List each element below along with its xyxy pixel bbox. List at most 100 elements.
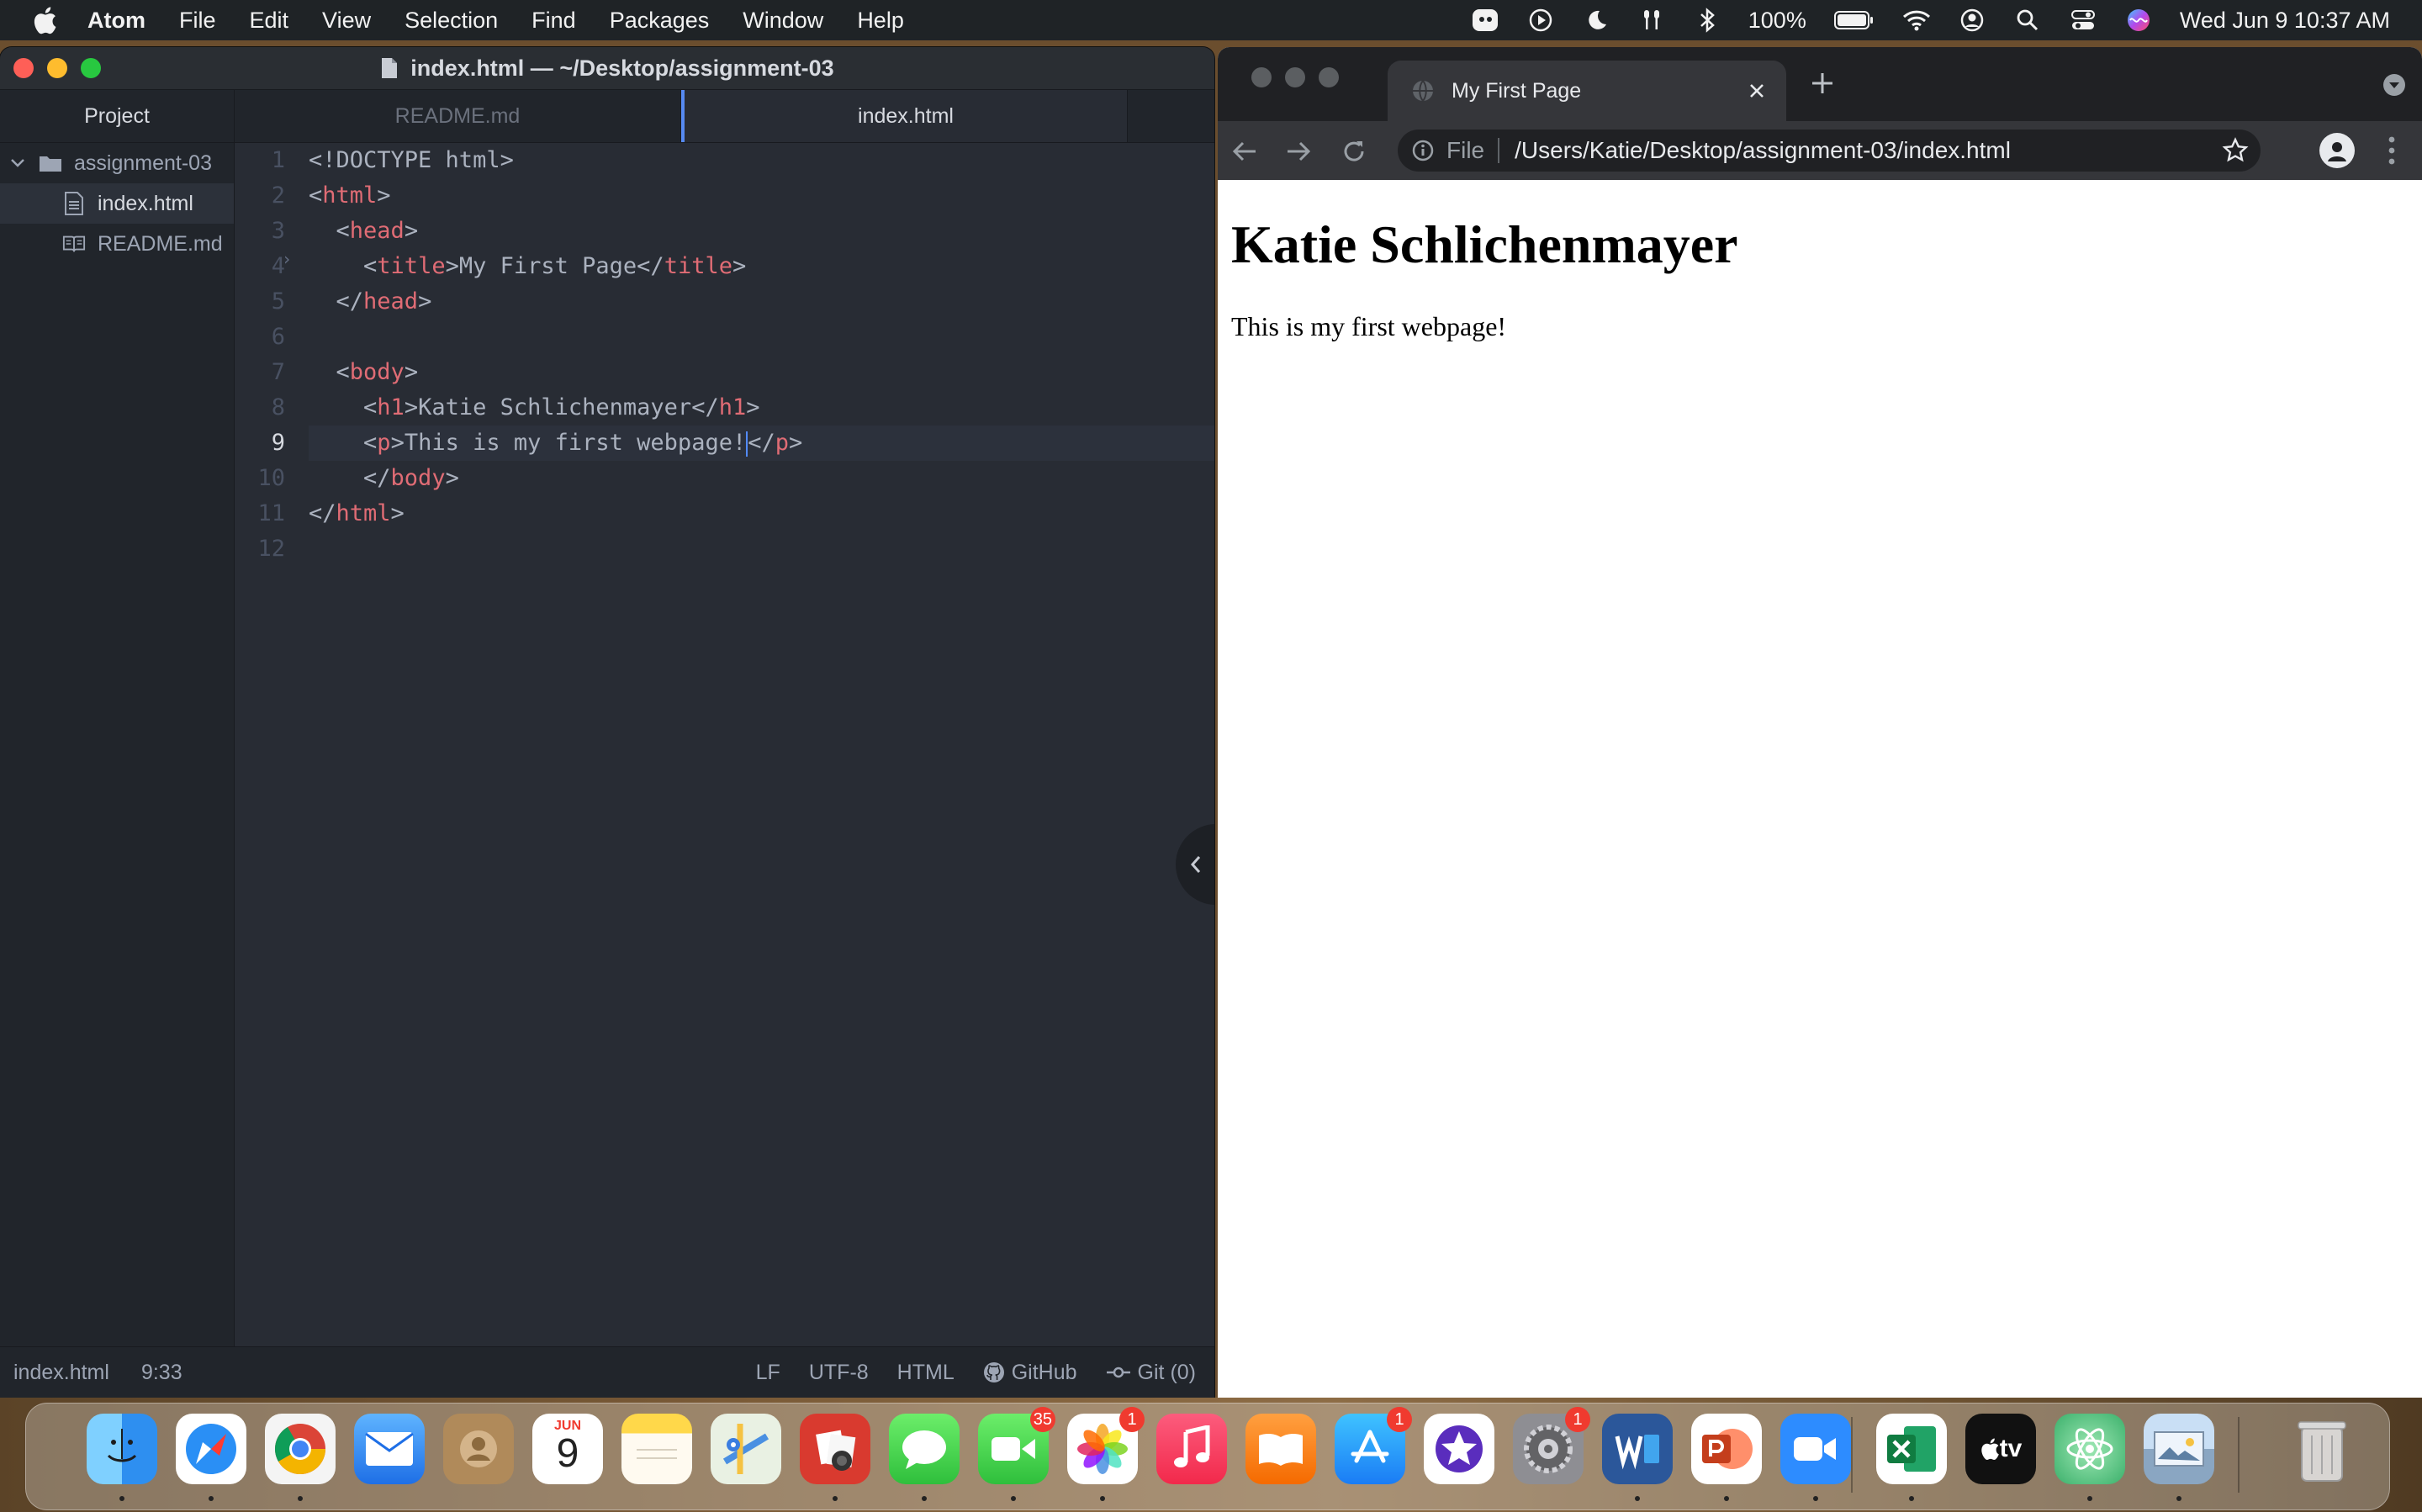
zoom-window-button[interactable] (1319, 67, 1339, 87)
apple-menu-icon[interactable] (32, 6, 66, 34)
calendar-icon[interactable]: JUN 9 (532, 1414, 603, 1484)
siri-icon[interactable] (2124, 6, 2153, 34)
atom-icon[interactable] (2054, 1414, 2125, 1484)
tree-folder-assignment-03[interactable]: assignment-03 (0, 143, 234, 183)
messages-icon[interactable] (889, 1414, 960, 1484)
minimize-window-button[interactable] (47, 58, 67, 78)
airpods-icon[interactable] (1637, 6, 1666, 34)
dock-toggle-button[interactable] (1176, 824, 1214, 905)
battery-percent[interactable]: 100% (1748, 8, 1806, 34)
chrome-window-controls (1251, 67, 1352, 87)
microsoft-excel-icon[interactable] (1876, 1414, 1947, 1484)
app-store-icon[interactable]: 1 (1335, 1407, 1412, 1484)
browser-tab[interactable]: My First Page (1388, 61, 1786, 121)
books-icon[interactable] (1245, 1414, 1316, 1484)
menu-help[interactable]: Help (857, 8, 904, 34)
spotlight-search-icon[interactable] (2013, 6, 2042, 34)
microsoft-word-icon[interactable] (1602, 1414, 1673, 1484)
forward-arrow-icon[interactable] (1283, 136, 1314, 167)
line-number: 7 (271, 359, 285, 385)
chrome-tab-strip: My First Page (1218, 47, 2422, 121)
address-url[interactable]: /Users/Katie/Desktop/assignment-03/index… (1515, 137, 2011, 164)
line-number: 12 (257, 536, 285, 562)
status-line-ending[interactable]: LF (756, 1361, 780, 1385)
more-options-icon[interactable] (2387, 135, 2397, 167)
music-icon[interactable] (1156, 1414, 1227, 1484)
tab-label: index.html (858, 103, 954, 128)
project-panel-title[interactable]: Project (0, 90, 234, 143)
bluetooth-icon[interactable] (1693, 6, 1721, 34)
status-file-name[interactable]: index.html (13, 1361, 109, 1385)
safari-icon[interactable] (176, 1414, 246, 1484)
fold-chevron-icon[interactable]: › (282, 249, 292, 269)
reload-icon[interactable] (1339, 136, 1369, 167)
chevron-down-icon[interactable] (10, 158, 27, 168)
status-git-button[interactable]: Git (0) (1106, 1361, 1196, 1385)
fantastical-icon[interactable] (1471, 6, 1499, 34)
menu-find[interactable]: Find (531, 8, 576, 34)
tab-readme-md[interactable]: README.md (235, 90, 681, 142)
menu-window[interactable]: Window (743, 8, 823, 34)
status-encoding[interactable]: UTF-8 (809, 1361, 869, 1385)
status-cursor-position[interactable]: 9:33 (141, 1361, 182, 1385)
imovie-icon[interactable] (1424, 1414, 1494, 1484)
tree-file-readme-md[interactable]: README.md (0, 224, 234, 264)
code-lines[interactable]: <!DOCTYPE html> <html> <head> <title>My … (309, 143, 1214, 567)
menu-file[interactable]: File (179, 8, 216, 34)
github-label: GitHub (1011, 1360, 1077, 1384)
menu-app-atom[interactable]: Atom (87, 8, 145, 34)
close-window-button[interactable] (1251, 67, 1272, 87)
notes-icon[interactable] (621, 1414, 692, 1484)
trash-icon[interactable] (2287, 1414, 2357, 1484)
wifi-icon[interactable] (1902, 6, 1931, 34)
facetime-badge: 35 (1029, 1407, 1055, 1432)
status-github-button[interactable]: GitHub (983, 1361, 1077, 1385)
status-grammar[interactable]: HTML (897, 1361, 955, 1385)
running-indicator (2087, 1496, 2092, 1501)
chevron-left-icon (1190, 856, 1201, 873)
code-editor[interactable]: 1 2 3 4 5 6 7 8 9 10 11 12 › <!DOCTYPE h… (235, 143, 1214, 1347)
photos-icon[interactable]: 1 (1067, 1407, 1145, 1484)
line-number: 10 (257, 465, 285, 491)
control-center-icon[interactable] (2069, 6, 2097, 34)
chrome-icon[interactable] (265, 1414, 336, 1484)
facetime-icon[interactable]: 35 (978, 1407, 1055, 1484)
site-info-icon[interactable] (1411, 139, 1435, 162)
moon-icon[interactable] (1582, 6, 1610, 34)
photos-badge: 1 (1119, 1407, 1145, 1432)
user-account-icon[interactable] (1958, 6, 1986, 34)
photo-booth-icon[interactable] (800, 1414, 870, 1484)
address-separator (1498, 138, 1500, 163)
system-preferences-icon[interactable]: 1 (1513, 1407, 1590, 1484)
atom-title-bar: index.html — ~/Desktop/assignment-03 (0, 47, 1214, 90)
bookmark-star-icon[interactable] (2222, 137, 2249, 164)
menu-edit[interactable]: Edit (250, 8, 289, 34)
menu-packages[interactable]: Packages (610, 8, 710, 34)
finder-icon[interactable] (87, 1414, 157, 1484)
contacts-icon[interactable] (443, 1414, 514, 1484)
back-arrow-icon[interactable] (1230, 136, 1260, 167)
close-tab-icon[interactable] (1748, 82, 1766, 100)
minimize-window-button[interactable] (1285, 67, 1305, 87)
menu-selection[interactable]: Selection (405, 8, 498, 34)
close-window-button[interactable] (13, 58, 34, 78)
running-indicator (1909, 1496, 1914, 1501)
menu-view[interactable]: View (322, 8, 371, 34)
tree-file-index-html[interactable]: index.html (0, 183, 234, 224)
zoom-icon[interactable] (1780, 1414, 1851, 1484)
new-tab-plus-icon[interactable] (1810, 71, 1835, 96)
preview-icon[interactable] (2144, 1414, 2214, 1484)
address-bar[interactable]: File /Users/Katie/Desktop/assignment-03/… (1398, 130, 2261, 172)
globe-icon (1413, 80, 1433, 102)
microsoft-powerpoint-icon[interactable] (1691, 1414, 1762, 1484)
battery-icon[interactable] (1833, 6, 1875, 34)
menu-bar-clock[interactable]: Wed Jun 9 10:37 AM (2180, 8, 2390, 34)
tab-search-icon[interactable] (2382, 72, 2407, 98)
maps-icon[interactable] (711, 1414, 781, 1484)
profile-avatar-icon[interactable] (2319, 133, 2355, 168)
play-circle-icon[interactable] (1526, 6, 1555, 34)
mail-icon[interactable] (354, 1414, 425, 1484)
zoom-window-button[interactable] (81, 58, 101, 78)
tab-index-html[interactable]: index.html (681, 90, 1128, 142)
apple-tv-icon[interactable]: tv (1965, 1414, 2036, 1484)
